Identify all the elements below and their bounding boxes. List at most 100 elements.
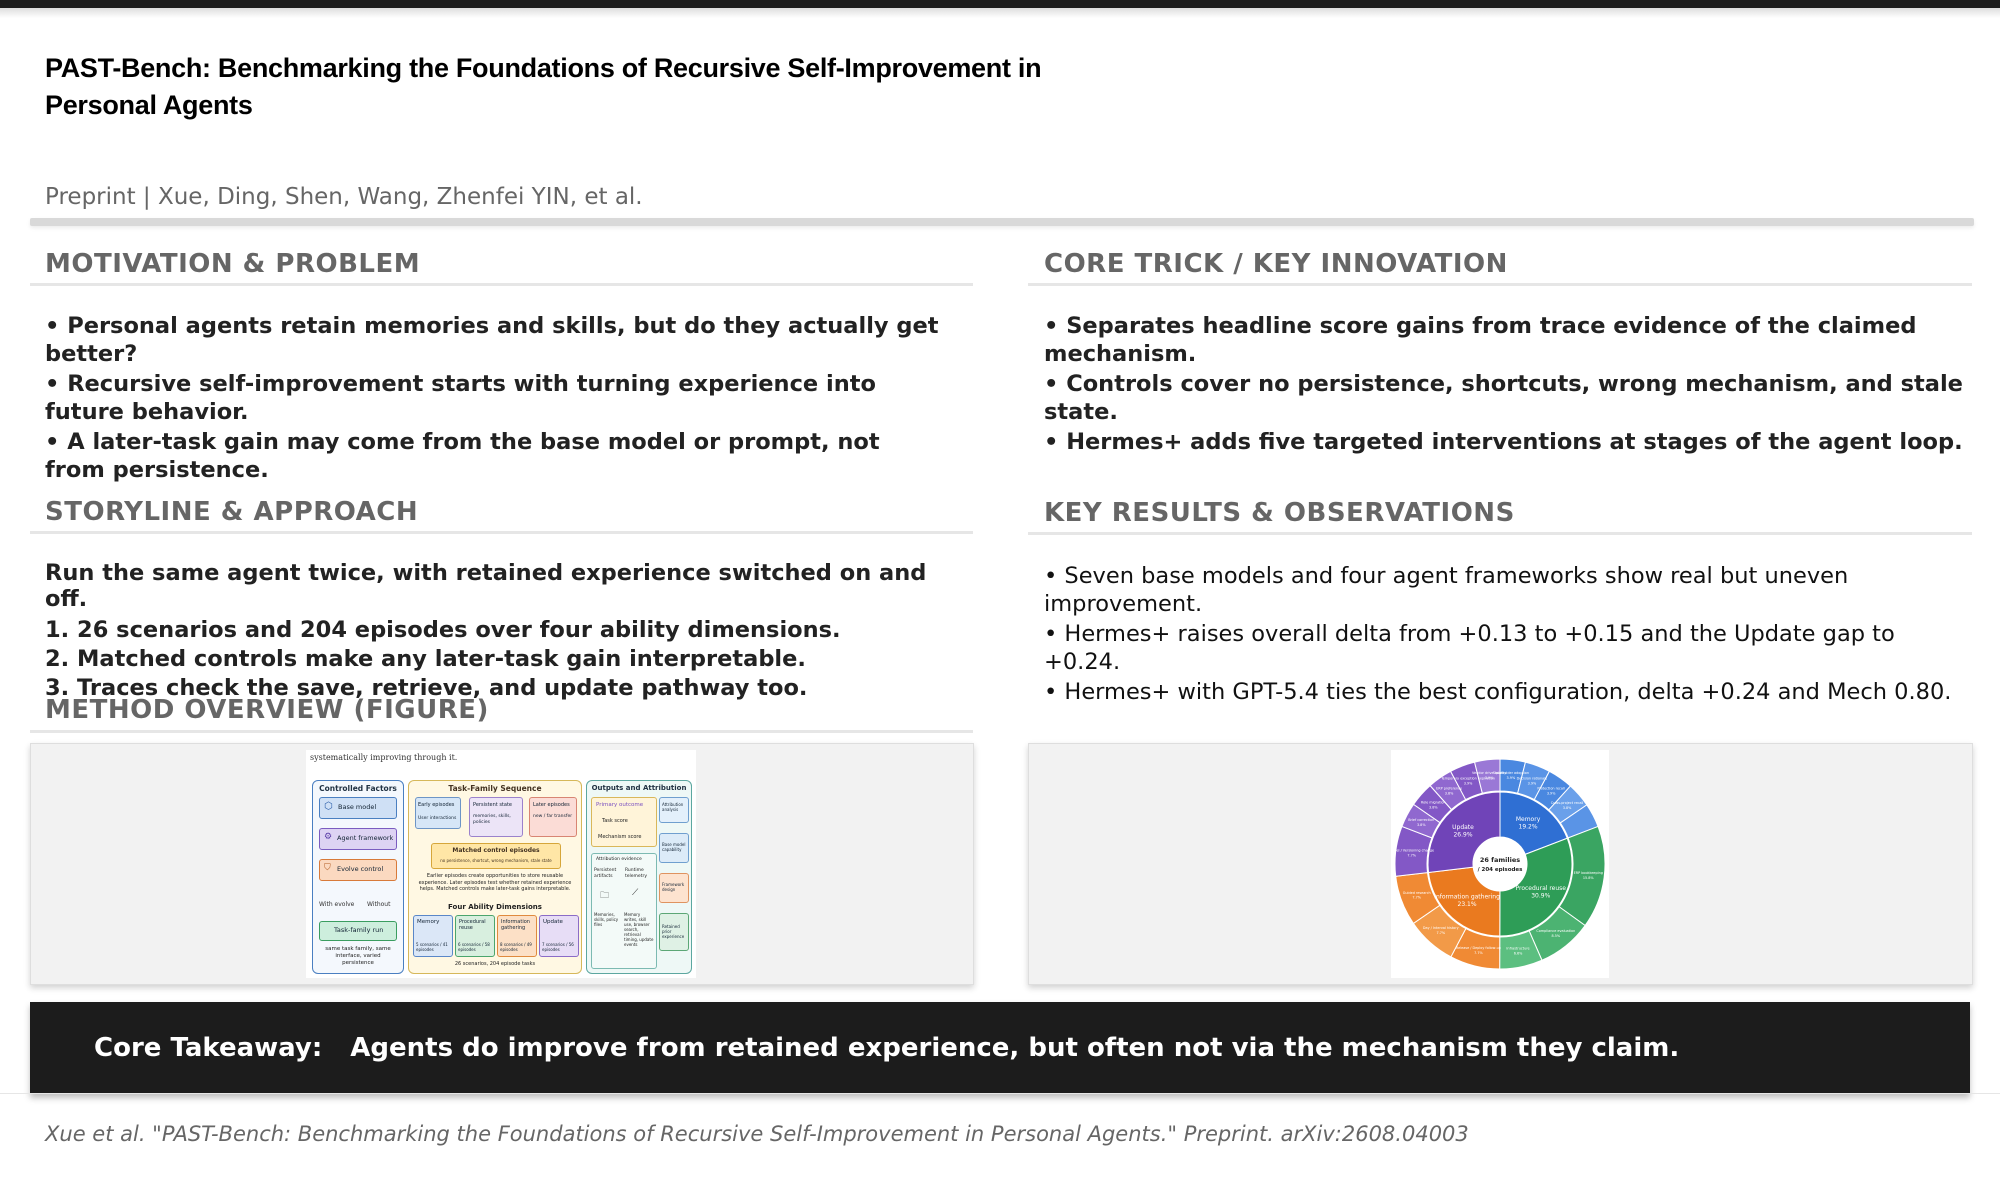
storyline-lead: Run the same agent twice, with retained … bbox=[45, 560, 927, 612]
storyline-heading: STORYLINE & APPROACH bbox=[45, 497, 419, 527]
sunburst-outer-label: Vendor drive quality bbox=[1472, 771, 1506, 775]
paper-title: PAST-Bench: Benchmarking the Foundations… bbox=[45, 53, 1042, 120]
ability-information-box: Information gathering 8 scenarios / 49 e… bbox=[497, 915, 537, 957]
sunburst-outer-pct: 3.8% bbox=[1445, 791, 1454, 795]
sunburst-outer-pct: 3.9% bbox=[1464, 781, 1473, 785]
controlled-factors-panel: Controlled Factors ⬡ Base model ⚙ Agent … bbox=[312, 780, 404, 974]
sunburst-outer-label: Decision rationale bbox=[1517, 776, 1548, 780]
sunburst-outer-pct: 3.9% bbox=[1528, 781, 1537, 785]
sunburst-inner-label: Memory bbox=[1516, 816, 1541, 823]
method-figure-caption: systematically improving through it. bbox=[310, 753, 458, 762]
matched-control-title: Matched control episodes bbox=[452, 847, 540, 854]
later-episodes-label: Later episodes bbox=[533, 802, 570, 808]
persistent-state-label: Persistent state bbox=[473, 802, 512, 808]
sunburst-center bbox=[1473, 837, 1527, 891]
core-trick-divider bbox=[1028, 283, 1972, 286]
results-figure-card: 26 families / 204 episodes Memory 19.2% Pr… bbox=[1028, 743, 1973, 985]
agent-framework-box: ⚙ Agent framework bbox=[319, 828, 397, 850]
method-divider bbox=[30, 730, 973, 733]
task-family-run-box: Task-family run bbox=[319, 921, 397, 941]
sunburst-outer-pct: 3.8% bbox=[1417, 823, 1426, 827]
agent-framework-label: Agent framework bbox=[337, 834, 394, 842]
mechanism-score-label: Mechanism score bbox=[598, 834, 642, 840]
results-item: • Hermes+ raises overall delta from +0.1… bbox=[1044, 621, 1895, 675]
persistent-state-sub: memories, skills, policies bbox=[473, 814, 511, 825]
controlled-factors-title: Controlled Factors bbox=[319, 784, 397, 793]
side-retained-box: Retained prior experience bbox=[659, 913, 689, 951]
primary-outcome-label: Primary outcome bbox=[596, 802, 644, 808]
sunburst-outer-label: ERP preference bbox=[1436, 787, 1462, 791]
sunburst-outer-label: Compliance evaluation bbox=[1536, 929, 1575, 933]
sunburst-outer-pct: 3.9% bbox=[1485, 776, 1494, 780]
ability-update-box: Update 7 scenarios / 56 episodes bbox=[539, 915, 579, 957]
ability-procedural-count: 6 scenarios / 58 episodes bbox=[458, 942, 490, 952]
method-heading: METHOD OVERVIEW (FIGURE) bbox=[45, 695, 489, 725]
sunburst-outer-pct: 7.7% bbox=[1436, 931, 1445, 935]
ability-information-count: 8 scenarios / 49 episodes bbox=[500, 942, 532, 952]
shield-icon: ⛉ bbox=[324, 863, 331, 873]
primary-outcome-box: Primary outcome Task score Mechanism sco… bbox=[591, 797, 657, 847]
telemetry-footnote: Memory writes, skill use, browser search… bbox=[624, 912, 654, 947]
evolve-control-box: ⛉ Evolve control bbox=[319, 859, 397, 881]
sunburst-inner-label: Information gathering bbox=[1434, 894, 1500, 901]
base-model-label: Base model bbox=[338, 803, 377, 811]
sunburst-outer-pct: 3.8% bbox=[1563, 806, 1572, 810]
motivation-heading: MOTIVATION & PROBLEM bbox=[45, 249, 421, 279]
sunburst-inner-pct: 19.2% bbox=[1519, 823, 1538, 830]
ability-memory-label: Memory bbox=[417, 919, 440, 925]
ability-procedural-box: Procedural reuse 6 scenarios / 58 episod… bbox=[455, 915, 495, 957]
storyline-steps: 1. 26 scenarios and 204 episodes over fo… bbox=[45, 616, 841, 703]
sunburst-outer-label: Protection recall bbox=[1537, 787, 1565, 791]
sunburst-inner-pct: 30.9% bbox=[1531, 892, 1550, 899]
sunburst-outer-label: Infrastructure bbox=[1506, 947, 1529, 951]
with-evolve-label: With evolve bbox=[319, 901, 355, 908]
motivation-list: • Personal agents retain memories and sk… bbox=[45, 312, 945, 486]
attribution-side-column: Attribution analysis Base model capabili… bbox=[659, 797, 689, 967]
task-family-footer: 26 scenarios, 204 episode tasks bbox=[454, 961, 536, 967]
sunburst-outer-pct: 3.8% bbox=[1429, 806, 1438, 810]
sunburst-outer-label: Brief correction bbox=[1408, 818, 1434, 822]
core-trick-item: • Controls cover no persistence, shortcu… bbox=[1044, 371, 1963, 425]
core-takeaway-label: Core Takeaway: bbox=[94, 1033, 323, 1063]
sunburst-center-line2: / 204 episodes bbox=[1478, 867, 1524, 873]
header-divider bbox=[30, 218, 1974, 226]
ability-memory-box: Memory 5 scenarios / 41 episodes bbox=[413, 915, 453, 957]
sunburst-inner-label: Procedural reuse bbox=[1515, 885, 1566, 892]
sunburst-outer-label: ERP bookkeeping bbox=[1574, 871, 1603, 875]
attribution-evidence-label: Attribution evidence bbox=[596, 857, 642, 862]
sunburst-inner-label: Update bbox=[1452, 824, 1474, 831]
ability-title: Four Ability Dimensions bbox=[448, 903, 542, 911]
motivation-divider bbox=[30, 283, 973, 286]
ability-procedural-label: Procedural reuse bbox=[459, 919, 486, 931]
trend-icon: ⟋ bbox=[632, 888, 639, 898]
ability-memory-count: 5 scenarios / 41 episodes bbox=[416, 942, 448, 952]
later-episodes-box: Later episodes new / far transfer bbox=[529, 797, 577, 837]
persistent-artifacts-label: Persistent artifacts bbox=[594, 868, 617, 879]
sunburst-inner-pct: 26.9% bbox=[1453, 831, 1472, 838]
task-score-label: Task score bbox=[602, 818, 628, 824]
storyline-step: 1. 26 scenarios and 204 episodes over fo… bbox=[45, 617, 841, 643]
task-family-panel: Task-Family Sequence Early episodes User… bbox=[408, 780, 582, 974]
core-takeaway-banner: Core Takeaway: Agents do improve from re… bbox=[30, 1002, 1970, 1094]
early-episodes-sub: User interactions bbox=[418, 816, 457, 821]
agent-icon: ⚙ bbox=[324, 832, 333, 842]
storyline-divider bbox=[30, 531, 973, 534]
motivation-item: • Recursive self-improvement starts with… bbox=[45, 371, 876, 425]
side-attribution-box: Attribution analysis bbox=[659, 797, 689, 823]
runtime-telemetry-label: Runtime telemetry bbox=[625, 868, 647, 879]
side-framework-label: Framework design bbox=[662, 882, 685, 892]
base-model-box: ⬡ Base model bbox=[319, 797, 397, 819]
results-heading: KEY RESULTS & OBSERVATIONS bbox=[1044, 498, 1515, 528]
side-framework-box: Framework design bbox=[659, 873, 689, 903]
task-family-run-label: Task-family run bbox=[334, 926, 384, 934]
persistent-state-box: Persistent state memories, skills, polic… bbox=[469, 797, 523, 837]
early-episodes-label: Early episodes bbox=[418, 802, 455, 808]
top-bar bbox=[0, 0, 2000, 8]
attribution-evidence-box: Attribution evidence Persistent artifact… bbox=[591, 853, 657, 969]
core-takeaway-text: Agents do improve from retained experien… bbox=[350, 1033, 1680, 1063]
later-episodes-sub: new / far transfer bbox=[533, 814, 573, 819]
top-bar-shadow bbox=[0, 8, 2000, 18]
sunburst-outer-pct: 15.8% bbox=[1583, 876, 1595, 880]
sunburst-outer-label: Cross-project recall bbox=[1551, 801, 1584, 805]
outputs-panel: Outputs and Attribution Primary outcome … bbox=[586, 780, 692, 974]
